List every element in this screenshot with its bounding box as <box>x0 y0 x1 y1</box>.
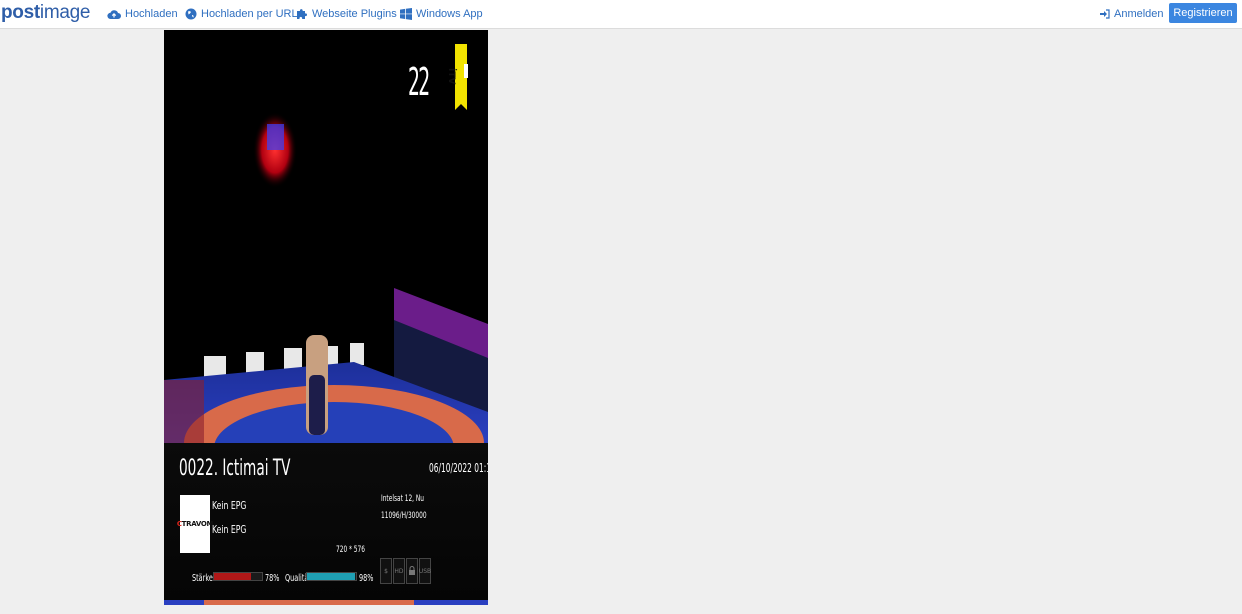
uploaded-image[interactable]: 22 İTV 0022. Ictimai TV 06/10/2022 01:13… <box>164 30 488 605</box>
osd-epg-next: Kein EPG <box>212 523 247 536</box>
postimage-logo[interactable]: post image <box>1 2 90 24</box>
signal-strength-label: Stärke <box>192 573 213 584</box>
osd-frequency: 11096/H/30000 <box>381 511 427 521</box>
osd-datetime: 06/10/2022 01:13 <box>429 461 488 475</box>
login-link[interactable]: Anmelden <box>1100 7 1164 21</box>
top-navbar: post image Hochladen Hochladen per URL We… <box>0 0 1242 29</box>
logo-text-image: image <box>39 2 91 23</box>
signal-strength-bar <box>213 572 263 581</box>
signal-quality-bar <box>306 572 357 581</box>
signal-quality-fill <box>307 573 356 580</box>
puzzle-icon <box>297 9 308 19</box>
register-button[interactable]: Registrieren <box>1169 3 1237 23</box>
nav-windows-app[interactable]: Windows App <box>400 7 483 21</box>
channel-number: 22 <box>408 60 430 104</box>
signal-quality-percent: 98% <box>359 573 374 584</box>
provider-logo: CTRAVOM <box>177 495 213 553</box>
nav-upload[interactable]: Hochladen <box>107 7 178 21</box>
osd-satellite: Intelsat 12, Nu <box>381 494 424 504</box>
nav-upload-url[interactable]: Hochladen per URL <box>185 7 298 21</box>
signal-strength-fill <box>214 573 252 580</box>
cloud-upload-icon <box>107 9 121 19</box>
nav-windows-app-label: Windows App <box>416 8 483 20</box>
tv-broadcast-scene <box>164 44 488 605</box>
sign-in-icon <box>1100 9 1110 19</box>
nav-upload-url-label: Hochladen per URL <box>201 8 298 20</box>
provider-logo-name: TRAVOM <box>181 520 214 528</box>
osd-resolution: 720 * 576 <box>336 545 365 555</box>
globe-icon <box>185 8 197 20</box>
windows-icon <box>400 8 412 20</box>
hd-icon: HD <box>393 558 405 584</box>
osd-epg-now: Kein EPG <box>212 499 247 512</box>
dollar-icon: $ <box>380 558 392 584</box>
nav-upload-label: Hochladen <box>125 8 178 20</box>
signal-strength-percent: 78% <box>265 573 280 584</box>
osd-channel-title: 0022. Ictimai TV <box>179 456 291 481</box>
osd-status-icons: $ HD USB <box>380 558 431 584</box>
nav-web-plugins[interactable]: Webseite Plugins <box>296 7 397 21</box>
nav-web-plugins-label: Webseite Plugins <box>312 8 397 20</box>
usb-icon: USB <box>419 558 431 584</box>
lock-icon <box>406 558 418 584</box>
channel-logo-text: İTV <box>446 68 456 85</box>
logo-text-post: post <box>1 2 40 23</box>
login-label: Anmelden <box>1114 8 1164 20</box>
